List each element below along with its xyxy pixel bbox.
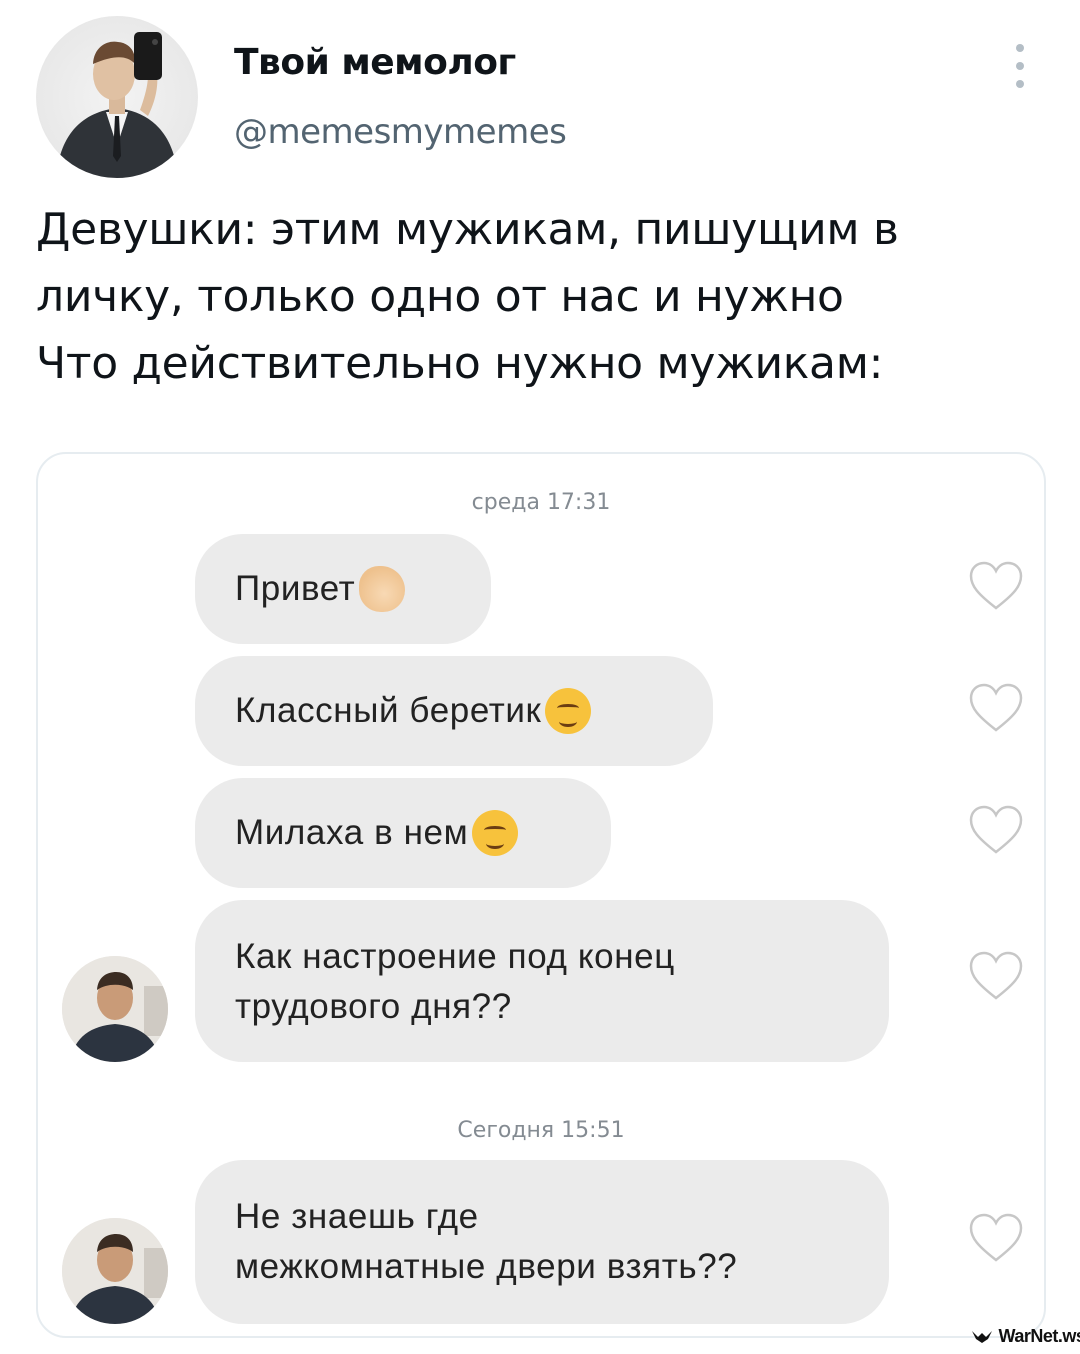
message-text-line: Как настроение под конец <box>235 937 675 976</box>
like-heart-icon[interactable] <box>968 682 1024 734</box>
like-heart-icon[interactable] <box>968 1212 1024 1264</box>
message-text-line: межкомнатные двери взять?? <box>235 1247 738 1286</box>
watermark: WarNet.ws <box>970 1326 1080 1347</box>
author-name[interactable]: Твой мемолог <box>234 42 516 83</box>
tweet-text: Девушки: этим мужикам, пишущим в личку, … <box>36 196 1046 397</box>
like-heart-icon[interactable] <box>968 804 1024 856</box>
watermark-text: WarNet.ws <box>998 1326 1080 1346</box>
message-text: Классный беретик <box>235 691 542 730</box>
message-text-line: Не знаешь где <box>235 1197 479 1236</box>
author-handle[interactable]: @memesmymemes <box>234 112 567 152</box>
sender-avatar[interactable] <box>62 1218 168 1324</box>
message-bubble[interactable]: Классный беретик <box>195 656 713 766</box>
warnet-logo-icon <box>972 1331 992 1344</box>
message-bubble[interactable]: Как настроение под конец трудового дня?? <box>195 900 889 1062</box>
waving-hand-icon <box>359 566 406 612</box>
more-options-icon[interactable] <box>1008 44 1032 88</box>
author-avatar[interactable] <box>36 16 198 178</box>
chat-timestamp: среда 17:31 <box>471 490 611 515</box>
chat-timestamp: Сегодня 15:51 <box>457 1118 625 1143</box>
tweet-text-line: личку, только одно от нас и нужно <box>36 271 844 322</box>
hugging-face-icon <box>472 810 519 856</box>
sender-avatar[interactable] <box>62 956 168 1062</box>
message-bubble[interactable]: Милаха в нем <box>195 778 611 888</box>
message-bubble[interactable]: Привет <box>195 534 491 644</box>
message-text-line: трудового дня?? <box>235 987 512 1026</box>
smirking-face-icon <box>545 688 592 734</box>
tweet-text-line: Девушки: этим мужикам, пишущим в <box>36 204 899 255</box>
message-text: Привет <box>235 569 356 608</box>
like-heart-icon[interactable] <box>968 560 1024 612</box>
tweet-media-image[interactable]: среда 17:31 Привет Классный беретик Мила… <box>36 452 1046 1338</box>
message-text: Милаха в нем <box>235 813 469 852</box>
like-heart-icon[interactable] <box>968 950 1024 1002</box>
message-bubble[interactable]: Не знаешь где межкомнатные двери взять?? <box>195 1160 889 1324</box>
tweet-text-line: Что действительно нужно мужикам: <box>36 338 884 389</box>
